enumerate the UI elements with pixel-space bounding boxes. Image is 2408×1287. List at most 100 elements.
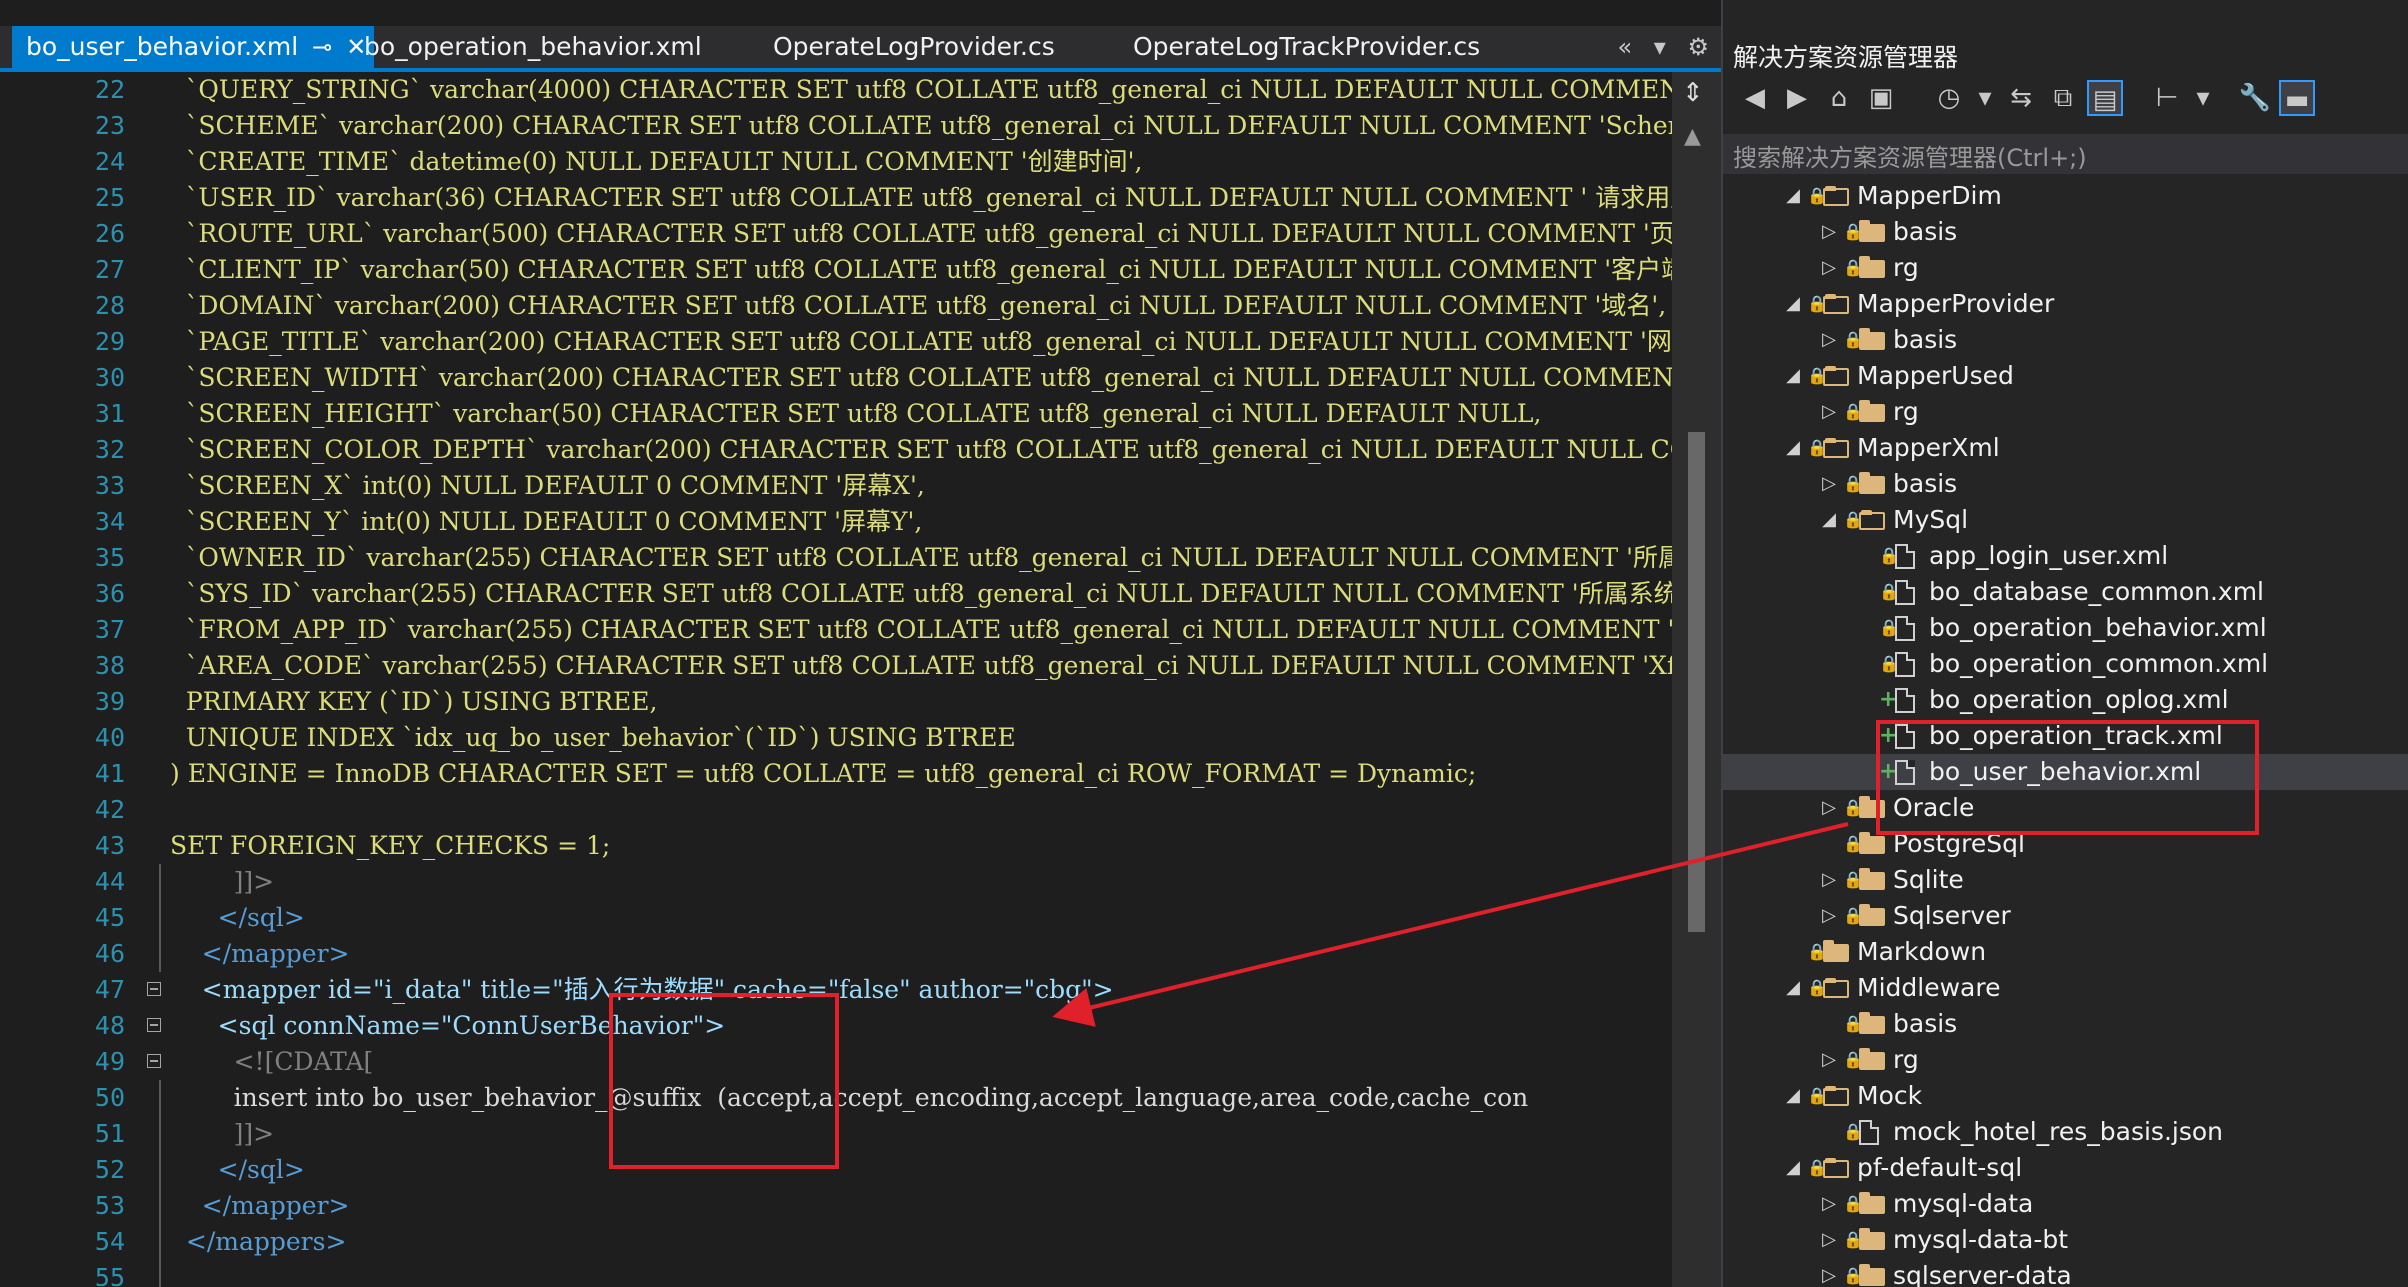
- tree-item[interactable]: 🔒 bo_database_common.xml: [1723, 574, 2408, 610]
- tree-item[interactable]: ▷ 🔒 basis: [1723, 466, 2408, 502]
- tree-item[interactable]: 🔒 bo_operation_behavior.xml: [1723, 610, 2408, 646]
- tree-item[interactable]: ◢ 🔒 MapperProvider: [1723, 286, 2408, 322]
- tab-bo-operation-behavior[interactable]: bo_operation_behavior.xml: [364, 26, 702, 68]
- fold-toggle-icon[interactable]: [147, 1018, 161, 1032]
- expanded-arrow-icon[interactable]: ◢: [1783, 358, 1803, 394]
- code-line[interactable]: 24 `CREATE_TIME` datetime(0) NULL DEFAUL…: [0, 144, 1672, 180]
- code-line[interactable]: 38 `AREA_CODE` varchar(255) CHARACTER SE…: [0, 648, 1672, 684]
- pin-icon[interactable]: ⊸: [312, 26, 332, 68]
- code-line[interactable]: 28 `DOMAIN` varchar(200) CHARACTER SET u…: [0, 288, 1672, 324]
- code-line[interactable]: 46 </mapper>: [0, 936, 1672, 972]
- fold-toggle-icon[interactable]: [147, 982, 161, 996]
- forward-icon[interactable]: ▶: [1779, 80, 1815, 116]
- fold-toggle-icon[interactable]: [147, 1054, 161, 1068]
- collapsed-arrow-icon[interactable]: ▷: [1819, 862, 1839, 898]
- code-line[interactable]: 39 PRIMARY KEY (`ID`) USING BTREE,: [0, 684, 1672, 720]
- vs-switch-icon[interactable]: ▣: [1863, 80, 1899, 116]
- properties-icon[interactable]: 🔧: [2237, 80, 2273, 116]
- expanded-arrow-icon[interactable]: ◢: [1783, 178, 1803, 214]
- tree-item[interactable]: ▷ 🔒 Sqlite: [1723, 862, 2408, 898]
- tree-item[interactable]: 🔒 Markdown: [1723, 934, 2408, 970]
- code-line[interactable]: 26 `ROUTE_URL` varchar(500) CHARACTER SE…: [0, 216, 1672, 252]
- tree-item[interactable]: 🔒 mock_hotel_res_basis.json: [1723, 1114, 2408, 1150]
- collapsed-arrow-icon[interactable]: ▷: [1819, 466, 1839, 502]
- expanded-arrow-icon[interactable]: ◢: [1783, 1078, 1803, 1114]
- code-line[interactable]: 41) ENGINE = InnoDB CHARACTER SET = utf8…: [0, 756, 1672, 792]
- settings-icon[interactable]: ⚙: [1687, 33, 1709, 61]
- tab-dropdown-icon[interactable]: ▾: [1654, 33, 1666, 61]
- collapsed-arrow-icon[interactable]: ▷: [1819, 214, 1839, 250]
- collapsed-arrow-icon[interactable]: ▷: [1819, 1042, 1839, 1078]
- tree-item[interactable]: ▷ 🔒 sqlserver-data: [1723, 1258, 2408, 1287]
- code-line[interactable]: 45 </sql>: [0, 900, 1672, 936]
- back-icon[interactable]: ◀: [1737, 80, 1773, 116]
- code-line[interactable]: 27 `CLIENT_IP` varchar(50) CHARACTER SET…: [0, 252, 1672, 288]
- code-line[interactable]: 25 `USER_ID` varchar(36) CHARACTER SET u…: [0, 180, 1672, 216]
- tab-bo-user-behavior[interactable]: bo_user_behavior.xml ⊸ ✕: [12, 26, 375, 68]
- collapsed-arrow-icon[interactable]: ▷: [1819, 898, 1839, 934]
- collapsed-arrow-icon[interactable]: ▷: [1819, 250, 1839, 286]
- code-line[interactable]: 22 `QUERY_STRING` varchar(4000) CHARACTE…: [0, 72, 1672, 108]
- code-line[interactable]: 43 SET FOREIGN_KEY_CHECKS = 1;: [0, 828, 1672, 864]
- tree-item[interactable]: ◢ 🔒 MapperXml: [1723, 430, 2408, 466]
- collapsed-arrow-icon[interactable]: ▷: [1819, 1258, 1839, 1287]
- tree-item[interactable]: ▷ 🔒 rg: [1723, 394, 2408, 430]
- collapse-all-icon[interactable]: ⧉: [2045, 80, 2081, 116]
- code-line[interactable]: 31 `SCREEN_HEIGHT` varchar(50) CHARACTER…: [0, 396, 1672, 432]
- code-line[interactable]: 23 `SCHEME` varchar(200) CHARACTER SET u…: [0, 108, 1672, 144]
- collapsed-arrow-icon[interactable]: ▷: [1819, 394, 1839, 430]
- code-line[interactable]: 36 `SYS_ID` varchar(255) CHARACTER SET u…: [0, 576, 1672, 612]
- split-icon[interactable]: ⇕: [1682, 78, 1704, 108]
- tree-item[interactable]: ▷ 🔒 rg: [1723, 250, 2408, 286]
- tree-item[interactable]: + bo_operation_oplog.xml: [1723, 682, 2408, 718]
- expanded-arrow-icon[interactable]: ◢: [1783, 286, 1803, 322]
- tree-item[interactable]: ◢ 🔒 pf-default-sql: [1723, 1150, 2408, 1186]
- code-line[interactable]: 29 `PAGE_TITLE` varchar(200) CHARACTER S…: [0, 324, 1672, 360]
- scroll-thumb[interactable]: [1688, 432, 1705, 932]
- tree-item[interactable]: ◢ 🔒 Mock: [1723, 1078, 2408, 1114]
- code-line[interactable]: 40 UNIQUE INDEX `idx_uq_bo_user_behavior…: [0, 720, 1672, 756]
- code-line[interactable]: 30 `SCREEN_WIDTH` varchar(200) CHARACTER…: [0, 360, 1672, 396]
- tree-item[interactable]: ◢ 🔒 MapperDim: [1723, 178, 2408, 214]
- tab-overflow-icon[interactable]: «: [1617, 33, 1632, 61]
- expanded-arrow-icon[interactable]: ◢: [1783, 430, 1803, 466]
- expanded-arrow-icon[interactable]: ◢: [1819, 502, 1839, 538]
- code-line[interactable]: 35 `OWNER_ID` varchar(255) CHARACTER SET…: [0, 540, 1672, 576]
- expanded-arrow-icon[interactable]: ◢: [1783, 1150, 1803, 1186]
- code-line[interactable]: 33 `SCREEN_X` int(0) NULL DEFAULT 0 COMM…: [0, 468, 1672, 504]
- code-line[interactable]: 32 `SCREEN_COLOR_DEPTH` varchar(200) CHA…: [0, 432, 1672, 468]
- code-line[interactable]: 54 </mappers>: [0, 1224, 1672, 1260]
- tree-item[interactable]: ▷ 🔒 Sqlserver: [1723, 898, 2408, 934]
- editor-vertical-scrollbar[interactable]: ⇕ ▲: [1672, 72, 1721, 1287]
- collapsed-arrow-icon[interactable]: ▷: [1819, 790, 1839, 826]
- tab-operate-log-track-provider[interactable]: OperateLogTrackProvider.cs: [1133, 26, 1480, 68]
- tree-item[interactable]: ▷ 🔒 mysql-data-bt: [1723, 1222, 2408, 1258]
- search-input[interactable]: 搜索解决方案资源管理器(Ctrl+;): [1723, 134, 2408, 174]
- code-line[interactable]: 37 `FROM_APP_ID` varchar(255) CHARACTER …: [0, 612, 1672, 648]
- tree-item[interactable]: ▷ 🔒 mysql-data: [1723, 1186, 2408, 1222]
- code-line[interactable]: 44 ]]>: [0, 864, 1672, 900]
- tree-view-icon[interactable]: ⊢: [2149, 80, 2185, 116]
- tree-item[interactable]: ◢ 🔒 MapperUsed: [1723, 358, 2408, 394]
- history-icon[interactable]: ◷: [1931, 80, 1967, 116]
- tree-item[interactable]: ◢ 🔒 MySql: [1723, 502, 2408, 538]
- code-line[interactable]: 42: [0, 792, 1672, 828]
- tree-item[interactable]: ▷ 🔒 basis: [1723, 322, 2408, 358]
- tree-item[interactable]: 🔒 basis: [1723, 1006, 2408, 1042]
- scroll-up-icon[interactable]: ▲: [1684, 124, 1701, 149]
- home-icon[interactable]: ⌂: [1821, 80, 1857, 116]
- sync-icon[interactable]: ⇆: [2003, 80, 2039, 116]
- code-line[interactable]: 53 </mapper>: [0, 1188, 1672, 1224]
- code-line[interactable]: 55: [0, 1260, 1672, 1287]
- dropdown-icon[interactable]: ▾: [2185, 80, 2221, 116]
- dropdown-icon[interactable]: ▾: [1967, 80, 2003, 116]
- show-all-files-icon[interactable]: ▤: [2087, 80, 2123, 116]
- code-editor[interactable]: bo_user_behavior.xml ⊸ ✕ bo_operation_beha…: [0, 0, 1721, 1287]
- collapsed-arrow-icon[interactable]: ▷: [1819, 1186, 1839, 1222]
- tree-item[interactable]: ▷ 🔒 rg: [1723, 1042, 2408, 1078]
- collapsed-arrow-icon[interactable]: ▷: [1819, 322, 1839, 358]
- tree-item[interactable]: 🔒 app_login_user.xml: [1723, 538, 2408, 574]
- code-line[interactable]: 34 `SCREEN_Y` int(0) NULL DEFAULT 0 COMM…: [0, 504, 1672, 540]
- collapsed-arrow-icon[interactable]: ▷: [1819, 1222, 1839, 1258]
- expanded-arrow-icon[interactable]: ◢: [1783, 970, 1803, 1006]
